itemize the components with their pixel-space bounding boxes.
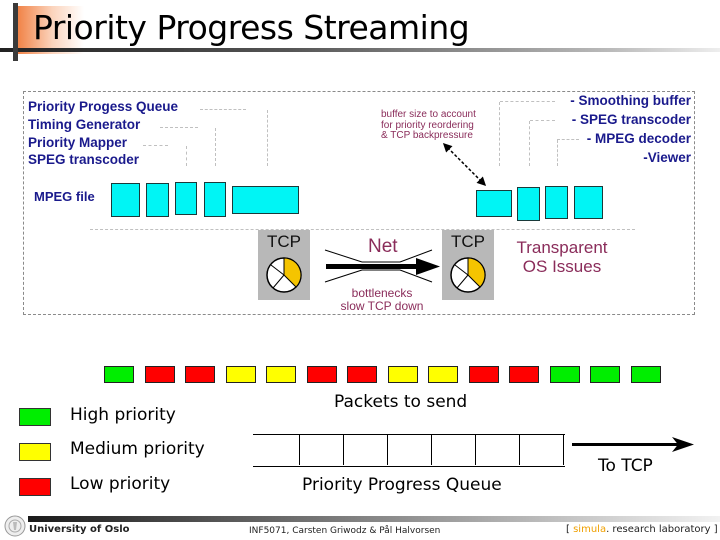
architecture-diagram: Priority Progess Queue Timing Generator …	[0, 0, 720, 330]
tcp-sender-panel: TCP	[258, 230, 310, 300]
queue-slot	[253, 435, 300, 465]
mpeg-frame	[232, 186, 299, 214]
packet-row	[104, 366, 674, 383]
stack-line	[215, 128, 216, 166]
component-timing-generator: Timing Generator	[28, 117, 141, 132]
stack-line	[200, 109, 246, 110]
queue-slot	[432, 435, 476, 465]
queue-slot	[344, 435, 388, 465]
buffer-note: buffer size to account for priority reor…	[381, 109, 476, 142]
mpeg-file-label: MPEG file	[34, 189, 95, 204]
packet-medium	[266, 366, 296, 383]
queue-slot	[300, 435, 344, 465]
network-bottleneck-arrow-icon	[324, 249, 440, 283]
tcp-sender-label: TCP	[267, 232, 301, 251]
packet-low	[509, 366, 539, 383]
stack-line	[557, 139, 579, 140]
footer-lab-rest: . research laboratory ]	[606, 524, 718, 535]
packet-low	[144, 366, 175, 383]
legend-label-medium: Medium priority	[70, 439, 205, 459]
mpeg-frame	[175, 182, 197, 215]
legend-swatch-low	[19, 478, 51, 496]
legend-swatch-medium	[19, 443, 51, 461]
stack-line	[160, 127, 198, 128]
packet-medium	[428, 366, 458, 383]
legend-swatch-high	[19, 408, 51, 426]
os-note-line: Transparent	[516, 238, 608, 257]
queue-slot	[476, 435, 520, 465]
bottleneck-note: bottlenecks slow TCP down	[331, 287, 433, 313]
stack-line	[557, 140, 558, 166]
mpeg-frame	[146, 183, 169, 217]
mpeg-frame	[111, 183, 140, 217]
component-mpeg-decoder: - MPEG decoder	[586, 131, 691, 146]
os-issues-note: Transparent OS Issues	[508, 238, 616, 276]
footer-bar	[28, 516, 720, 522]
to-tcp-arrow-icon	[572, 437, 694, 452]
frame-bottom	[23, 314, 695, 315]
tcp-window-pie-icon	[450, 257, 486, 293]
buffer-frame	[545, 186, 568, 219]
footer-lab: [ simula. research laboratory ]	[566, 524, 718, 535]
footer-institution: University of Oslo	[29, 524, 130, 535]
component-speg-transcoder-receiver: - SPEG transcoder	[571, 112, 691, 127]
university-seal-icon	[4, 515, 26, 537]
stack-line	[499, 102, 500, 166]
frame-top	[23, 91, 695, 92]
queue-caption: Priority Progress Queue	[302, 475, 502, 495]
packet-high	[549, 366, 580, 383]
buffer-frame	[476, 190, 512, 217]
stack-line	[267, 110, 268, 166]
stack-line	[186, 146, 187, 166]
mpeg-frame	[204, 182, 226, 217]
bottleneck-note-line: slow TCP down	[340, 299, 424, 313]
tcp-receiver-panel: TCP	[442, 230, 494, 300]
component-viewer: -Viewer	[643, 150, 691, 165]
packet-low	[185, 366, 215, 383]
legend-label-low: Low priority	[70, 474, 171, 494]
packet-high	[590, 366, 620, 383]
packet-high	[104, 366, 134, 383]
stack-line	[143, 145, 168, 146]
footer-course: INF5071, Carsten Griwodz & Pål Halvorsen	[249, 526, 441, 536]
buffer-frame	[574, 186, 603, 219]
component-priority-mapper: Priority Mapper	[28, 135, 128, 150]
frame-left	[23, 91, 24, 315]
tcp-window-pie-icon	[266, 257, 302, 293]
to-tcp-label: To TCP	[598, 456, 653, 476]
tcp-receiver-label: TCP	[451, 232, 485, 251]
legend-label-high: High priority	[70, 405, 176, 425]
os-note-line: OS Issues	[522, 257, 602, 276]
stack-line	[529, 121, 530, 166]
packet-medium	[387, 366, 418, 383]
footer-lab-name: simula	[573, 524, 607, 535]
packet-low	[306, 366, 337, 383]
component-smoothing-buffer: - Smoothing buffer	[570, 93, 691, 108]
component-speg-transcoder-sender: SPEG transcoder	[28, 152, 140, 167]
packets-caption: Packets to send	[334, 392, 468, 412]
component-priority-progress-queue: Priority Progess Queue	[28, 99, 179, 114]
network-separator	[90, 229, 635, 230]
footer-lab-bracket: [	[566, 524, 570, 535]
priority-progress-queue	[253, 434, 565, 467]
buffer-note-line: buffer size to account	[381, 109, 476, 120]
frame-right	[694, 91, 695, 315]
queue-slot	[520, 435, 564, 465]
stack-line	[530, 120, 555, 121]
packet-low	[468, 366, 499, 383]
packet-low	[347, 366, 377, 383]
packet-high	[630, 366, 661, 383]
priority-legend: High priority Medium priority Low priori…	[0, 395, 240, 505]
stack-line	[500, 101, 555, 102]
buffer-frame	[517, 187, 540, 221]
buffer-arrow-icon	[442, 142, 487, 187]
queue-slot	[388, 435, 432, 465]
packet-medium	[225, 366, 256, 383]
